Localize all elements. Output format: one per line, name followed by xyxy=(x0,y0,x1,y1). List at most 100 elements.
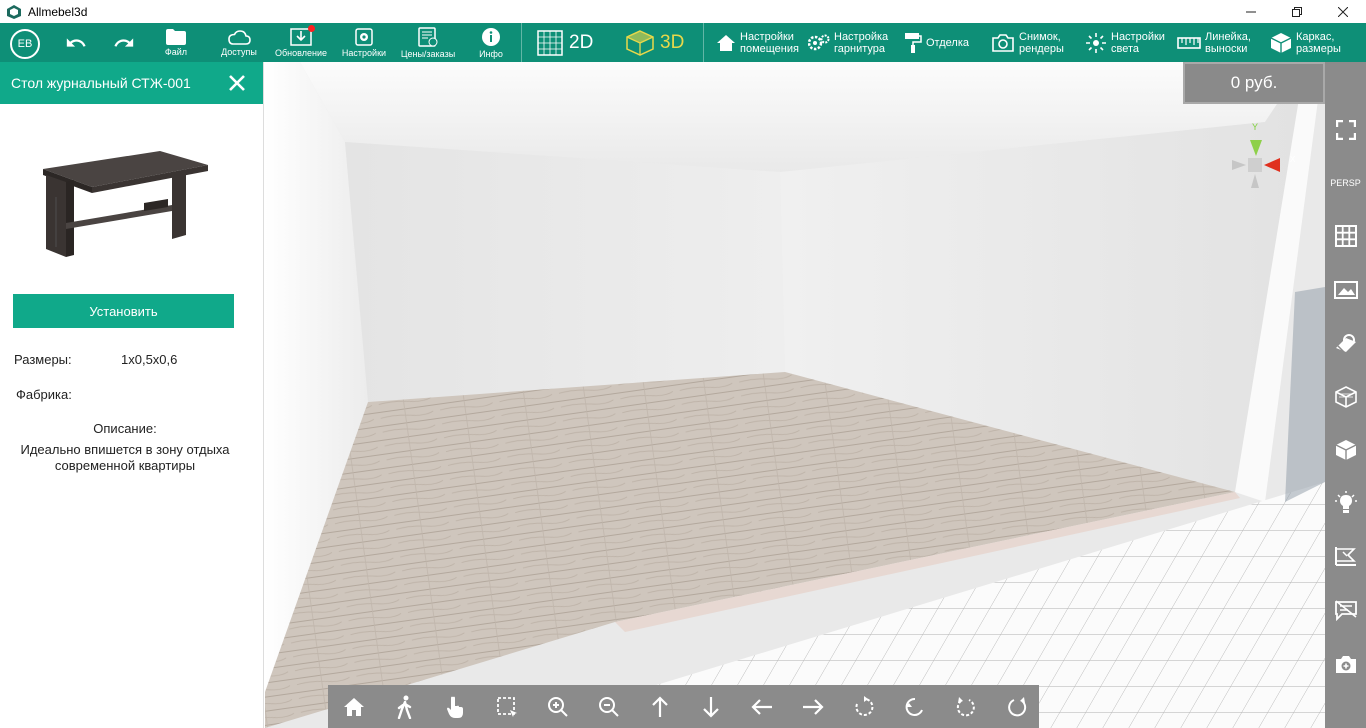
cloud-icon xyxy=(228,29,251,45)
frame-line1: Каркас, xyxy=(1296,30,1335,43)
room-settings-button[interactable]: Настройки помещения xyxy=(716,23,799,62)
move-right-button[interactable] xyxy=(787,685,838,728)
minimize-button[interactable] xyxy=(1228,0,1274,23)
info-button[interactable]: Инфо xyxy=(474,23,508,62)
comments-toggle[interactable] xyxy=(1325,590,1366,630)
rotate-left-button[interactable] xyxy=(940,685,991,728)
rotate-right-button[interactable] xyxy=(991,685,1042,728)
light-icon xyxy=(1086,32,1106,53)
rotate-down-button[interactable] xyxy=(838,685,889,728)
close-icon[interactable] xyxy=(225,71,249,95)
checklist-icon xyxy=(418,26,438,47)
ruler-icon xyxy=(1177,36,1201,49)
room-settings-line1: Настройки xyxy=(740,30,794,43)
snapshot-line2: рендеры xyxy=(1019,42,1064,55)
lightbulb-icon xyxy=(1334,491,1357,513)
camera-icon xyxy=(992,33,1014,52)
rotate-right-icon xyxy=(1007,696,1026,716)
ruler-label: Линейка, выноски xyxy=(1205,31,1251,55)
folder-icon xyxy=(166,28,186,45)
zoom-out-button[interactable] xyxy=(583,685,634,728)
prices-button[interactable]: Цены/заказы xyxy=(396,23,460,62)
view-2d-button[interactable]: 2D xyxy=(537,23,593,62)
snapshot-line1: Снимок, xyxy=(1019,30,1061,43)
cube-3d-icon xyxy=(626,29,654,56)
undo-button[interactable] xyxy=(60,23,92,62)
wireframe-toggle[interactable] xyxy=(1325,377,1366,417)
finishing-button[interactable]: Отделка xyxy=(904,23,969,62)
update-label: Обновление xyxy=(275,47,327,58)
product-title: Стол журнальный СТЖ-001 xyxy=(11,75,191,91)
title-bar: Allmebel3d xyxy=(0,0,1366,23)
wireframe-cube-icon xyxy=(1334,386,1357,408)
gizmo-x-label: X xyxy=(1290,155,1296,164)
move-up-button[interactable] xyxy=(634,685,685,728)
textures-toggle[interactable] xyxy=(1325,323,1366,363)
select-rectangle-icon xyxy=(496,696,517,717)
rotate-up-button[interactable] xyxy=(889,685,940,728)
cube-icon xyxy=(1270,32,1292,53)
set-settings-button[interactable]: Настройка гарнитура xyxy=(808,23,888,62)
rotate-up-icon xyxy=(905,697,923,716)
price-display: 0 руб. xyxy=(1183,62,1325,104)
background-image-button[interactable] xyxy=(1325,270,1366,310)
solid-cube-icon xyxy=(1335,440,1356,460)
app-logo-icon xyxy=(7,4,21,19)
install-button[interactable]: Установить xyxy=(13,294,234,328)
light-settings-line2: света xyxy=(1111,42,1140,55)
move-left-button[interactable] xyxy=(736,685,787,728)
light-settings-button[interactable]: Настройки света xyxy=(1085,23,1165,62)
snapshot-button[interactable]: Снимок, рендеры xyxy=(991,23,1064,62)
restore-icon xyxy=(1292,6,1302,17)
product-image xyxy=(43,151,208,257)
arrow-down-icon xyxy=(702,696,719,718)
arrow-left-icon xyxy=(750,698,772,715)
fullscreen-button[interactable] xyxy=(1325,110,1366,150)
select-area-button[interactable] xyxy=(481,685,532,728)
update-button[interactable]: Обновление xyxy=(272,23,330,62)
undo-icon xyxy=(66,37,86,47)
redo-button[interactable] xyxy=(108,23,140,62)
product-panel: Стол журнальный СТЖ-001 Установить Разме… xyxy=(0,62,264,728)
camera-add-icon xyxy=(1335,656,1356,673)
settings-label: Настройки xyxy=(341,47,387,58)
close-window-button[interactable] xyxy=(1320,0,1366,23)
user-avatar[interactable]: EB xyxy=(10,29,40,59)
image-icon xyxy=(1333,281,1358,299)
access-button[interactable]: Доступы xyxy=(214,23,264,62)
walk-mode-button[interactable] xyxy=(379,685,430,728)
file-label: Файл xyxy=(164,46,188,57)
grid-icon xyxy=(1334,225,1357,247)
gears-icon xyxy=(808,34,830,50)
texture-roll-icon xyxy=(1335,334,1356,353)
perspective-toggle[interactable]: PERSP xyxy=(1325,163,1366,203)
move-down-button[interactable] xyxy=(685,685,736,728)
dimensions-toggle[interactable] xyxy=(1325,536,1366,576)
size-label: Размеры: xyxy=(14,352,72,367)
pan-hand-button[interactable] xyxy=(430,685,481,728)
home-view-button[interactable] xyxy=(328,685,379,728)
ruler-button[interactable]: Линейка, выноски xyxy=(1177,23,1251,62)
screenshot-button[interactable] xyxy=(1325,644,1366,684)
perspective-label: PERSP xyxy=(1330,178,1361,188)
redo-icon xyxy=(114,37,134,47)
room-3d-scene xyxy=(265,62,1325,728)
view-3d-label: 3D xyxy=(660,31,685,53)
maximize-button[interactable] xyxy=(1274,0,1320,23)
3d-viewport[interactable]: Y X xyxy=(265,62,1325,728)
settings-button[interactable]: Настройки xyxy=(337,23,391,62)
set-settings-line2: гарнитура xyxy=(834,42,885,55)
ruler-line1: Линейка, xyxy=(1205,30,1251,43)
view-3d-button[interactable]: 3D xyxy=(626,23,684,62)
grid-toggle[interactable] xyxy=(1325,216,1366,256)
fullscreen-icon xyxy=(1335,120,1356,140)
axis-gizmo[interactable]: Y X xyxy=(1220,120,1305,200)
zoom-in-button[interactable] xyxy=(532,685,583,728)
file-button[interactable]: Файл xyxy=(155,23,197,62)
frame-button[interactable]: Каркас, размеры xyxy=(1270,23,1341,62)
lighting-toggle[interactable] xyxy=(1325,483,1366,523)
solid-view-toggle[interactable] xyxy=(1325,430,1366,470)
grid-plan-icon xyxy=(537,29,563,56)
frame-label: Каркас, размеры xyxy=(1296,31,1341,55)
walk-icon xyxy=(397,695,411,719)
